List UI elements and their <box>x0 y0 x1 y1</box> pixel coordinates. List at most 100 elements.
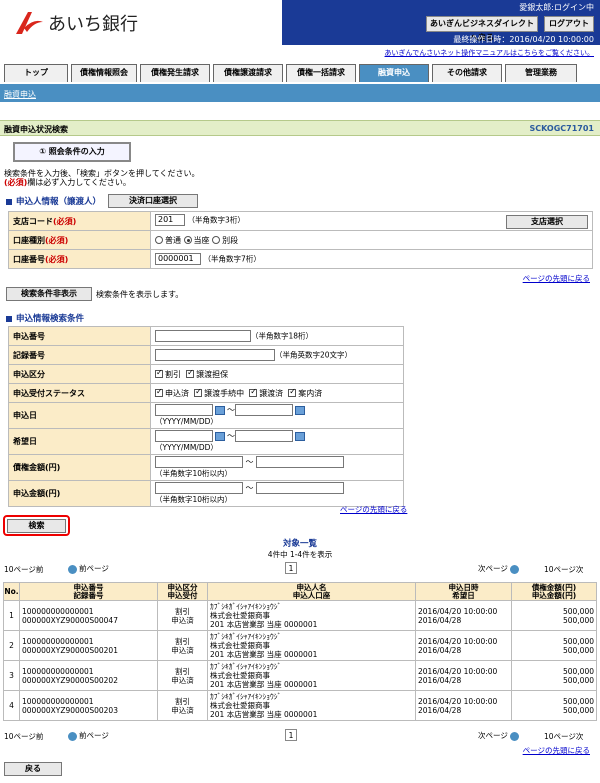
tab-transfer[interactable]: 債権譲渡請求 <box>213 64 283 82</box>
branch-select-button[interactable]: 支店選択 <box>506 215 588 229</box>
tab-other[interactable]: その他請求 <box>432 64 502 82</box>
required-note: (必須)欄は必ず入力してください。 <box>4 178 131 187</box>
prev-page[interactable]: 前ページ <box>66 730 109 741</box>
wish-date-to-input[interactable] <box>235 430 293 442</box>
row-status-value: 申込済 <box>171 615 194 625</box>
page-number[interactable]: 1 <box>285 562 297 574</box>
kind-discount-checkbox[interactable] <box>155 368 163 378</box>
apply-amount-to-input[interactable] <box>256 482 345 494</box>
status-applied-label: 申込済 <box>165 388 189 398</box>
row-rec-no-value: 000000XYZ90000S00047 <box>22 615 118 625</box>
row-applicant: ｶﾌﾞｼｷｶﾞｲｼｬｱｲｷﾝｼｮｳｼﾞ 株式会社愛銀商事 201 本店営業部 当座 … <box>207 600 416 631</box>
row-amount: 500,000 500,000 <box>511 660 597 691</box>
row-app-no-value: 100000000000001 <box>22 636 94 646</box>
step-indicator: ① 照会条件の入力 <box>13 142 131 162</box>
kind-collateral-checkbox[interactable] <box>186 368 195 378</box>
app-date-cell: ～ （YYYY/MM/DD） <box>150 402 404 429</box>
row-date: 2016/04/20 10:00:00 2016/04/28 <box>415 630 512 661</box>
tab-issue[interactable]: 債権発生請求 <box>140 64 210 82</box>
row-wish-value: 2016/04/28 <box>418 615 462 625</box>
row-wish-value: 2016/04/28 <box>418 705 462 715</box>
row-name-kana: ｶﾌﾞｼｷｶﾞｲｼｬｱｲｷﾝｼｮｳｼﾞ <box>210 632 282 641</box>
page-number[interactable]: 1 <box>285 729 297 741</box>
row-no: 3 <box>3 660 20 691</box>
row-amount-value: 500,000 <box>562 666 594 676</box>
app-no-input[interactable] <box>155 330 251 342</box>
calendar-icon[interactable] <box>295 405 305 415</box>
status-transferring-checkbox[interactable] <box>194 387 203 397</box>
branch-row: 支店コード(必須) 201 （半角数字3桁） 支店選択 <box>8 211 593 231</box>
tab-top[interactable]: トップ <box>4 64 68 82</box>
row-amount: 500,000 500,000 <box>511 690 597 721</box>
apply-amount-from-input[interactable] <box>155 482 243 494</box>
radio-ordinary[interactable] <box>155 236 163 244</box>
settle-account-button[interactable]: 決済口座選択 <box>108 194 198 208</box>
next10-link[interactable]: 10ページ次 <box>544 564 583 575</box>
app-date-hint: （YYYY/MM/DD） <box>155 417 218 426</box>
tab-loan[interactable]: 融資申込 <box>359 64 429 82</box>
row-name-kana: ｶﾌﾞｼｷｶﾞｲｼｬｱｲｷﾝｼｮｳｼﾞ <box>210 692 282 701</box>
return-direct-button[interactable]: あいぎんビジネスダイレクトへ戻る <box>426 16 538 42</box>
status-transferred-checkbox[interactable] <box>249 387 258 397</box>
search-button[interactable]: 検索 <box>7 519 66 533</box>
calendar-icon[interactable] <box>295 431 305 441</box>
app-date-to-input[interactable] <box>235 404 293 416</box>
account-number-input[interactable]: 0000001 <box>155 253 201 265</box>
apply-amount-hint: （半角数字10桁以内） <box>155 495 233 504</box>
row-amount-value: 500,000 <box>562 696 594 706</box>
row-apply-amount-value: 500,000 <box>562 645 594 655</box>
next-page[interactable]: 次ページ <box>478 730 521 741</box>
tab-inquiry[interactable]: 債権情報照会 <box>71 64 137 82</box>
page-top-link-3[interactable]: ページの先頭に戻る <box>523 745 590 756</box>
prev10-link[interactable]: 10ページ前 <box>4 731 43 742</box>
next10-link[interactable]: 10ページ次 <box>544 731 583 742</box>
tilde: ～ <box>227 405 235 415</box>
prev-arrow-icon <box>68 564 77 574</box>
wish-date-from-input[interactable] <box>155 430 213 442</box>
row-rec-no-value: 000000XYZ90000S00203 <box>22 705 118 715</box>
page-top-link-1[interactable]: ページの先頭に戻る <box>523 273 590 284</box>
status-applied-checkbox[interactable] <box>155 387 163 397</box>
row-date: 2016/04/20 10:00:00 2016/04/28 <box>415 690 512 721</box>
radio-special[interactable] <box>212 236 221 244</box>
rec-no-input[interactable] <box>155 349 275 361</box>
calendar-icon[interactable] <box>215 405 225 415</box>
next-arrow-icon <box>509 731 519 741</box>
radio-current[interactable] <box>183 236 192 244</box>
subnav-loan-link[interactable]: 融資申込 <box>4 89 36 100</box>
row-date: 2016/04/20 10:00:00 2016/04/28 <box>415 660 512 691</box>
amount-label: 債権金額(円) <box>8 454 151 481</box>
table-row: 4 100000000000001 000000XYZ90000S00203 割引… <box>3 690 597 721</box>
logout-button[interactable]: ログアウト <box>544 16 594 32</box>
prev10-link[interactable]: 10ページ前 <box>4 564 43 575</box>
screen-id: SCKOGC71701 <box>529 124 594 133</box>
row-name: 株式会社愛銀商事 <box>210 641 270 650</box>
status-transferred-label: 譲渡済 <box>259 388 284 398</box>
section-square-icon <box>6 198 12 205</box>
row-kind: 割引 申込済 <box>157 660 208 691</box>
amount-from-input[interactable] <box>155 456 243 468</box>
results-count: 4件中 1-4件を表示 <box>267 550 333 559</box>
main-tabs: トップ 債権情報照会 債権発生請求 債権譲渡請求 債権一括請求 融資申込 その他… <box>4 64 596 82</box>
row-no: 2 <box>3 630 20 661</box>
next-page[interactable]: 次ページ <box>478 563 521 574</box>
amount-to-input[interactable] <box>256 456 345 468</box>
app-date-from-input[interactable] <box>155 404 213 416</box>
status-notified-checkbox[interactable] <box>288 387 297 397</box>
prev-page[interactable]: 前ページ <box>66 563 109 574</box>
col-no: No. <box>3 582 20 601</box>
col-amount: 債権金額(円) 申込金額(円) <box>511 582 597 601</box>
tab-admin[interactable]: 管理業務 <box>505 64 577 82</box>
branch-code-input[interactable]: 201 <box>155 214 185 226</box>
prev-arrow-icon <box>68 731 77 741</box>
page-top-link-2[interactable]: ページの先頭に戻る <box>340 504 407 515</box>
bank-logo: あいち銀行 <box>14 10 138 36</box>
back-button[interactable]: 戻る <box>4 762 62 776</box>
manual-link[interactable]: あいぎんでんさいネット操作マニュアルはこちらをご覧ください。 <box>385 48 594 58</box>
toggle-criteria-button[interactable]: 検索条件非表示 <box>6 287 92 301</box>
results-header-row: No. 申込番号 記録番号 申込区分 申込受付 申込人名 申込人口座 申込日時 希望日 … <box>3 582 597 601</box>
app-no-hint: （半角数字18桁） <box>251 331 314 341</box>
tab-bulk[interactable]: 債権一括請求 <box>286 64 356 82</box>
branch-label-text: 支店コード <box>13 216 53 226</box>
calendar-icon[interactable] <box>215 431 225 441</box>
